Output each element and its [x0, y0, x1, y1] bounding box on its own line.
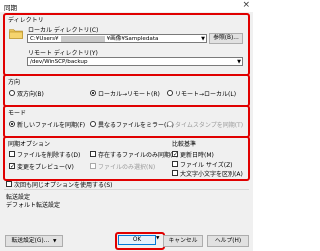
direction-legend: 方向	[8, 79, 21, 86]
local-directory-field[interactable]: C:¥Users¥ ¥画像¥Sampledata ▼	[27, 34, 207, 43]
local-directory-value-tail: ¥画像¥Sampledata	[106, 36, 159, 42]
checkbox-file-size[interactable]	[172, 161, 178, 167]
option-preview-changes[interactable]: 変更をプレビュー(V)	[17, 162, 74, 171]
ok-label: OK	[132, 237, 142, 243]
checkbox-preview-changes[interactable]: ✓	[9, 163, 15, 170]
checkbox-files-only[interactable]	[90, 163, 96, 169]
option-files-only[interactable]: ファイルのみ選択(N)	[98, 162, 155, 171]
option-existing-only[interactable]: 存在するファイルのみ同期(E)	[98, 150, 178, 159]
compare-file-size[interactable]: ファイル サイズ(Z)	[180, 160, 233, 169]
checkbox-existing-only[interactable]	[90, 151, 96, 157]
radio-remote-to-local[interactable]	[167, 90, 173, 96]
checkbox-case-sensitive[interactable]	[172, 170, 178, 176]
directory-legend: ディレクトリ	[8, 17, 44, 24]
sync-options-legend: 同期オプション	[8, 141, 51, 148]
remote-directory-value: /dev/WinSCP/backup	[30, 59, 88, 65]
compare-case-sensitive[interactable]: 大文字小文字を区別(A)	[180, 169, 243, 178]
direction-option-bidirectional[interactable]: 双方向(B)	[17, 89, 44, 98]
sync-dialog: 同期 × ディレクトリ ローカル ディレクトリ(C) C:¥Users¥ ¥画像¥…	[0, 0, 253, 251]
radio-sync-new[interactable]	[9, 121, 15, 127]
help-button[interactable]: ヘルプ(H)	[207, 235, 249, 247]
mode-option-sync-timestamps[interactable]: タイムスタンプを同期(T)	[175, 120, 243, 129]
radio-sync-timestamps[interactable]	[167, 121, 173, 127]
redacted-block	[60, 35, 105, 42]
title-bar: 同期 ×	[0, 0, 253, 12]
compare-modified-time[interactable]: 更新日時(M)	[180, 150, 214, 159]
option-delete-files[interactable]: ファイルを削除する(D)	[17, 150, 80, 159]
dropdown-arrow-icon: ▼	[53, 239, 57, 244]
checkbox-use-same-options[interactable]	[6, 181, 12, 187]
transfer-settings-button[interactable]: 転送設定(G)... ▼	[5, 235, 63, 247]
radio-local-to-remote[interactable]	[90, 90, 96, 96]
browse-button[interactable]: 参照(B)...	[209, 33, 243, 44]
ok-button[interactable]: OK	[118, 235, 156, 245]
compare-legend: 比較基準	[172, 141, 197, 148]
close-icon[interactable]: ×	[242, 0, 250, 10]
checkbox-modified-time[interactable]: ✓	[172, 151, 178, 158]
chevron-down-icon[interactable]: ▼	[201, 35, 205, 42]
remote-directory-field[interactable]: /dev/WinSCP/backup ▼	[27, 57, 243, 66]
folder-icon	[9, 28, 23, 39]
radio-bidirectional[interactable]	[9, 90, 15, 96]
separator	[4, 189, 249, 190]
mode-option-sync-new[interactable]: 新しいファイルを同期(F)	[17, 120, 85, 129]
use-same-options-label[interactable]: 次回も同じオプションを使用する(S)	[14, 180, 113, 189]
remote-directory-label: リモート ディレクトリ(Y)	[28, 50, 98, 57]
transfer-settings-label: 転送設定(G)...	[11, 238, 50, 244]
chevron-down-icon[interactable]: ▼	[237, 58, 241, 65]
default-transfer-settings: デフォルト転送設定	[6, 202, 61, 209]
local-directory-value: C:¥Users¥	[30, 36, 59, 42]
radio-mirror[interactable]	[90, 121, 96, 127]
mode-option-mirror[interactable]: 異なるファイルをミラー(M)	[98, 120, 174, 129]
direction-option-remote-to-local[interactable]: リモート→ローカル(L)	[175, 89, 236, 98]
dropdown-arrow-icon[interactable]: ▼	[156, 236, 159, 241]
mode-legend: モード	[8, 110, 27, 117]
direction-option-local-to-remote[interactable]: ローカル→リモート(R)	[98, 89, 160, 98]
window-title: 同期	[4, 4, 17, 12]
checkbox-delete-files[interactable]	[9, 151, 15, 157]
local-directory-label: ローカル ディレクトリ(C)	[28, 27, 99, 34]
cancel-button[interactable]: キャンセル	[163, 235, 203, 247]
